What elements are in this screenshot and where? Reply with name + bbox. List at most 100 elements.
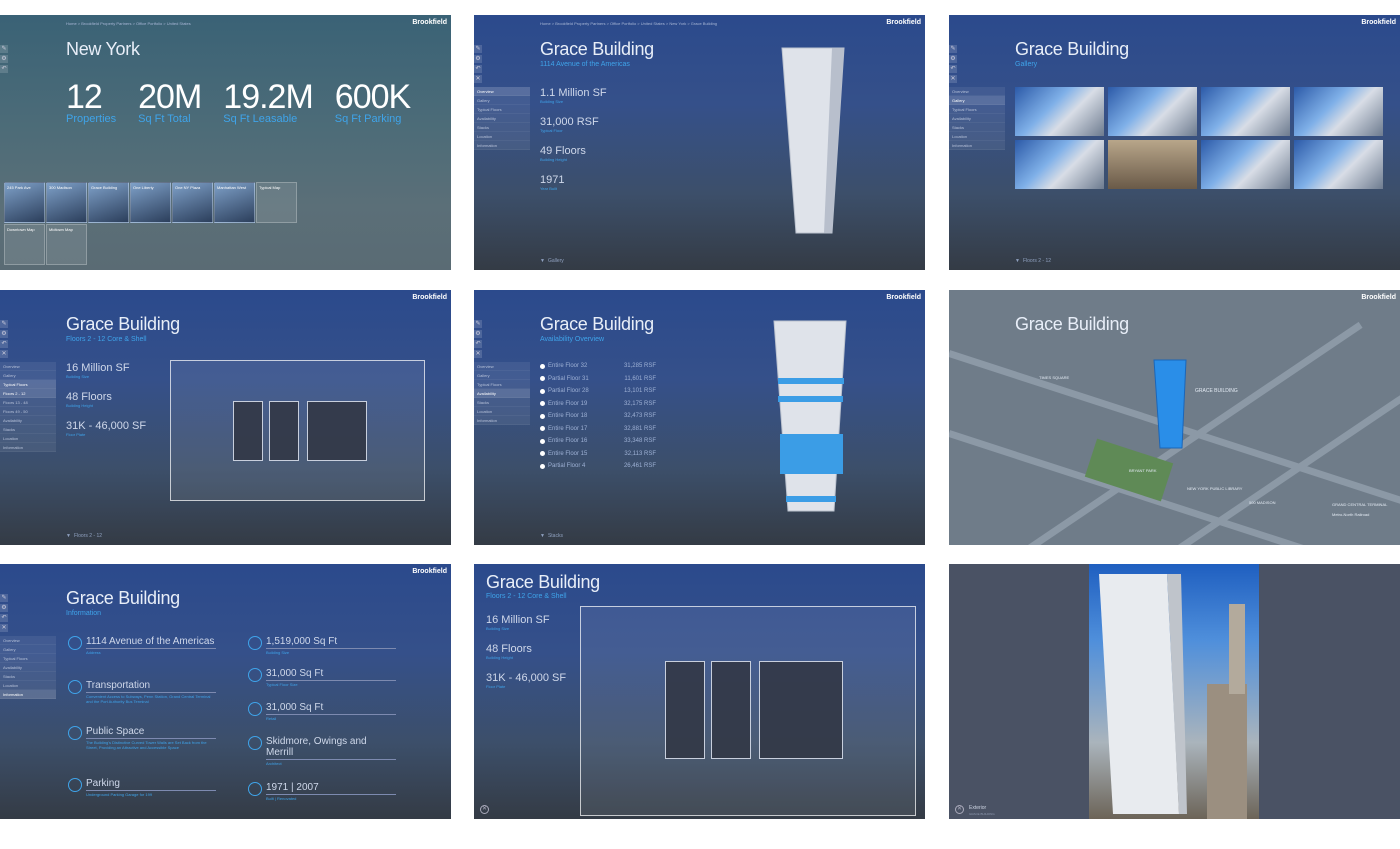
menu-item[interactable]: Floors 13 - 48 (0, 398, 56, 407)
menu-item[interactable]: Typical Floors (0, 654, 56, 663)
property-tile[interactable]: One Liberty (130, 182, 171, 223)
fact: 31K - 46,000 SF Floor Plate (66, 420, 146, 437)
next-section-link[interactable]: Stacks (540, 533, 563, 539)
map-tile[interactable]: Midtown Map (46, 224, 87, 265)
property-tile[interactable]: 245 Park Ave (4, 182, 45, 223)
menu-item[interactable]: Stacks (949, 123, 1005, 132)
gear-icon[interactable]: ⚙ (474, 55, 482, 63)
menu-item[interactable]: Floors 2 - 12 (0, 389, 56, 398)
menu-item[interactable]: Stacks (474, 123, 530, 132)
close-icon[interactable]: ✕ (0, 350, 8, 358)
close-icon[interactable]: ✕ (0, 624, 8, 632)
exterior-photo[interactable] (1089, 564, 1259, 819)
undo-icon[interactable]: ↶ (474, 340, 482, 348)
undo-icon[interactable]: ↶ (474, 65, 482, 73)
menu-item[interactable]: Gallery (0, 371, 56, 380)
gallery-photo[interactable] (1108, 140, 1197, 189)
menu-item[interactable]: Availability (474, 389, 530, 398)
menu-item[interactable]: Information (0, 443, 56, 452)
menu-item[interactable]: Typical Floors (474, 105, 530, 114)
property-tile[interactable]: Grace Building (88, 182, 129, 223)
gallery-photo[interactable] (1108, 87, 1197, 136)
close-icon[interactable]: ✕ (949, 75, 957, 83)
menu-item[interactable]: Location (0, 681, 56, 690)
availability-row[interactable]: Entire Floor 17 32,881 RSF (540, 423, 656, 436)
next-section-link[interactable]: Floors 2 - 12 (66, 533, 102, 539)
gallery-photo[interactable] (1015, 140, 1104, 189)
next-section-link[interactable]: Gallery (540, 258, 564, 264)
pen-icon[interactable]: ✎ (474, 45, 482, 53)
availability-row[interactable]: Entire Floor 32 31,285 RSF (540, 360, 656, 373)
menu-item[interactable]: Gallery (0, 645, 56, 654)
availability-row[interactable]: Partial Floor 28 13,101 RSF (540, 385, 656, 398)
gear-icon[interactable]: ⚙ (949, 55, 957, 63)
menu-item[interactable]: Availability (949, 114, 1005, 123)
menu-item[interactable]: Location (474, 132, 530, 141)
gallery-photo[interactable] (1201, 140, 1290, 189)
availability-row[interactable]: Entire Floor 18 32,473 RSF (540, 410, 656, 423)
undo-icon[interactable]: ↶ (0, 340, 8, 348)
undo-icon[interactable]: ↶ (949, 65, 957, 73)
availability-row[interactable]: Entire Floor 16 33,348 RSF (540, 435, 656, 448)
menu-item[interactable]: Stacks (474, 398, 530, 407)
menu-item[interactable]: Overview (0, 636, 56, 645)
pen-icon[interactable]: ✎ (474, 320, 482, 328)
pen-icon[interactable]: ✎ (0, 320, 8, 328)
menu-item[interactable]: Availability (474, 114, 530, 123)
grace-building-marker[interactable] (1152, 356, 1188, 452)
close-icon[interactable]: ✕ (955, 805, 964, 814)
menu-item[interactable]: Overview (949, 87, 1005, 96)
map-tile[interactable]: Downtown Map (4, 224, 45, 265)
menu-item[interactable]: Stacks (0, 425, 56, 434)
gear-icon[interactable]: ⚙ (0, 55, 8, 63)
map-tile[interactable]: Typical Map (256, 182, 297, 223)
availability-row[interactable]: Partial Floor 4 26,461 RSF (540, 460, 656, 473)
menu-item[interactable]: Gallery (474, 96, 530, 105)
close-icon[interactable]: ✕ (480, 805, 489, 814)
undo-icon[interactable]: ↶ (0, 614, 8, 622)
menu-item[interactable]: Stacks (0, 672, 56, 681)
pen-icon[interactable]: ✎ (0, 45, 8, 53)
building-stack-model[interactable] (768, 316, 858, 521)
menu-item[interactable]: Information (474, 416, 530, 425)
menu-item[interactable]: Overview (474, 362, 530, 371)
menu-item[interactable]: Location (949, 132, 1005, 141)
menu-item[interactable]: Floors 49 - 50 (0, 407, 56, 416)
menu-item[interactable]: Overview (0, 362, 56, 371)
property-tile[interactable]: 300 Madison (46, 182, 87, 223)
menu-item[interactable]: Information (949, 141, 1005, 150)
availability-row[interactable]: Entire Floor 15 32,113 RSF (540, 448, 656, 461)
menu-item[interactable]: Location (474, 407, 530, 416)
gear-icon[interactable]: ⚙ (0, 604, 8, 612)
menu-item[interactable]: Typical Floors (0, 380, 56, 389)
menu-item[interactable]: Typical Floors (949, 105, 1005, 114)
menu-item[interactable]: Location (0, 434, 56, 443)
gear-icon[interactable]: ⚙ (0, 330, 8, 338)
close-icon[interactable]: ✕ (474, 75, 482, 83)
gear-icon[interactable]: ⚙ (474, 330, 482, 338)
menu-item[interactable]: Typical Floors (474, 380, 530, 389)
menu-item[interactable]: Availability (0, 416, 56, 425)
menu-item[interactable]: Information (474, 141, 530, 150)
gallery-photo[interactable] (1294, 140, 1383, 189)
property-tile[interactable]: Manhattan West (214, 182, 255, 223)
pen-icon[interactable]: ✎ (0, 594, 8, 602)
menu-item[interactable]: Overview (474, 87, 530, 96)
undo-icon[interactable]: ↶ (0, 65, 8, 73)
menu-item[interactable]: Gallery (949, 96, 1005, 105)
close-icon[interactable]: ✕ (474, 350, 482, 358)
gallery-photo[interactable] (1201, 87, 1290, 136)
pen-icon[interactable]: ✎ (949, 45, 957, 53)
property-tile[interactable]: One NY Plaza (172, 182, 213, 223)
menu-item[interactable]: Information (0, 690, 56, 699)
floor-plan[interactable] (580, 606, 916, 816)
menu-item[interactable]: Gallery (474, 371, 530, 380)
gallery-photo[interactable] (1294, 87, 1383, 136)
gallery-photo[interactable] (1015, 87, 1104, 136)
floor-plan[interactable] (170, 360, 425, 501)
menu-item[interactable]: Availability (0, 663, 56, 672)
availability-row[interactable]: Partial Floor 31 11,601 RSF (540, 373, 656, 386)
availability-row[interactable]: Entire Floor 19 32,175 RSF (540, 398, 656, 411)
building-3d-model[interactable] (774, 43, 854, 248)
next-section-link[interactable]: Floors 2 - 12 (1015, 258, 1051, 264)
